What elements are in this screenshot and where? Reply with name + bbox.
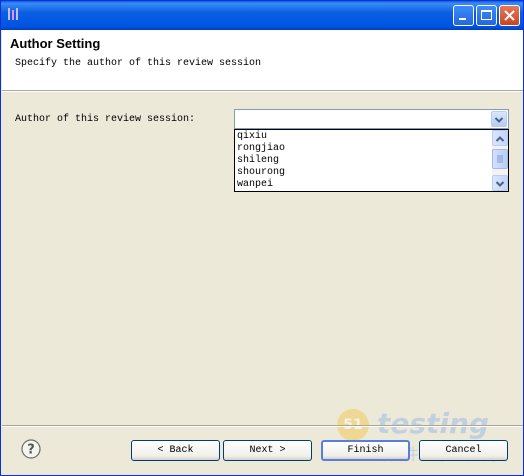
page-title: Author Setting	[10, 36, 101, 51]
author-dropdown-button[interactable]	[491, 111, 507, 127]
svg-text:?: ?	[27, 443, 35, 458]
scroll-up-button[interactable]	[492, 130, 508, 146]
chevron-down-icon	[494, 117, 504, 123]
cancel-button[interactable]: Cancel	[419, 440, 508, 461]
list-item-wanpei[interactable]: wanpei	[237, 179, 273, 191]
minimize-button[interactable]	[453, 5, 474, 26]
list-scrollbar[interactable]	[492, 130, 508, 191]
app-window-icon	[8, 8, 18, 20]
scroll-thumb[interactable]	[492, 149, 508, 169]
maximize-icon	[481, 10, 492, 20]
wizard-header: Author Setting Specify the author of thi…	[2, 30, 523, 90]
list-item-rongjiao[interactable]: rongjiao	[237, 143, 285, 155]
grip-icon	[497, 155, 503, 163]
help-icon[interactable]: ?	[21, 439, 41, 459]
header-divider	[2, 90, 523, 92]
wizard-window: Author Setting Specify the author of thi…	[0, 0, 524, 476]
page-description: Specify the author of this review sessio…	[15, 58, 262, 69]
close-button[interactable]	[499, 5, 520, 26]
scroll-down-button[interactable]	[492, 175, 508, 191]
maximize-button[interactable]	[476, 5, 497, 26]
title-bar[interactable]	[1, 1, 523, 30]
chevron-up-icon	[495, 136, 505, 142]
watermark-text: testing	[377, 407, 489, 440]
list-item-shileng[interactable]: shileng	[237, 155, 279, 167]
next-button[interactable]: Next >	[223, 440, 312, 461]
minimize-icon	[459, 18, 466, 20]
footer-divider	[2, 425, 523, 427]
author-label: Author of this review session:	[15, 114, 196, 125]
chevron-down-icon	[495, 181, 505, 187]
close-icon	[504, 10, 515, 21]
back-button[interactable]: < Back	[131, 440, 220, 461]
list-item-qixiu[interactable]: qixiu	[237, 131, 267, 143]
finish-button[interactable]: Finish	[321, 440, 410, 461]
author-combo[interactable]	[234, 109, 509, 129]
list-item-shourong[interactable]: shourong	[237, 167, 285, 179]
author-dropdown-list[interactable]: qixiu rongjiao shileng shourong wanpei	[234, 129, 509, 192]
